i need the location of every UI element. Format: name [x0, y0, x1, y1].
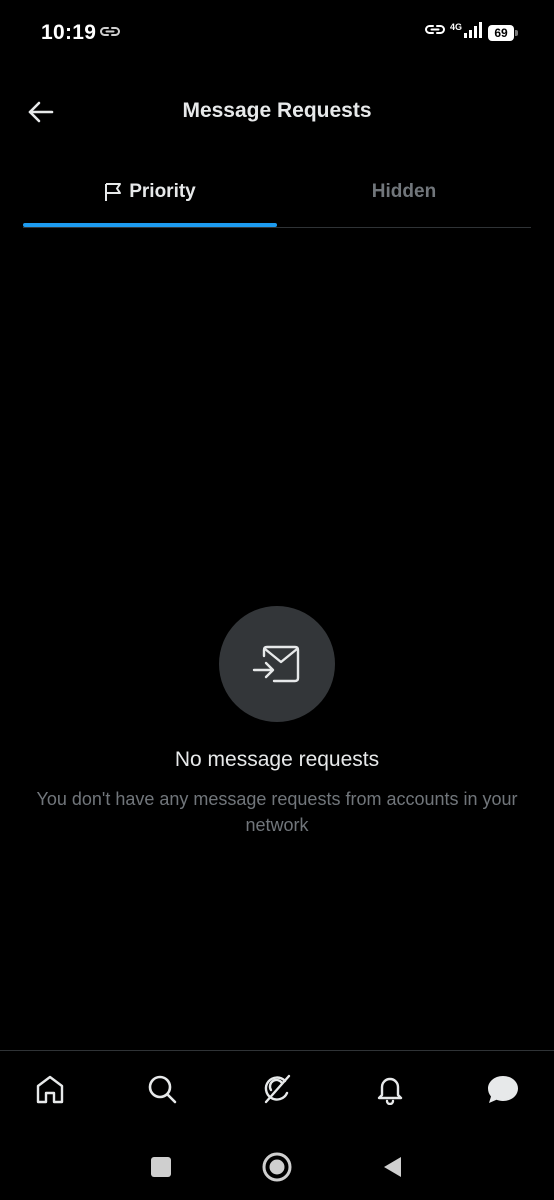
nav-home[interactable]	[30, 1069, 70, 1109]
tab-bar: Priority Hidden	[23, 162, 531, 228]
grok-icon	[264, 1074, 291, 1104]
message-request-icon	[252, 645, 300, 683]
nav-notifications[interactable]	[370, 1069, 410, 1109]
bottom-nav	[0, 1050, 554, 1131]
link-icon	[99, 25, 121, 44]
active-tab-indicator	[23, 223, 277, 227]
circle-icon	[262, 1152, 292, 1182]
tab-priority-label: Priority	[129, 181, 196, 202]
battery-indicator: 69	[488, 24, 518, 41]
tab-hidden[interactable]: Hidden	[277, 162, 531, 226]
recents-button[interactable]	[144, 1150, 178, 1184]
square-icon	[151, 1157, 171, 1177]
nav-search[interactable]	[142, 1069, 182, 1109]
triangle-back-icon	[384, 1157, 401, 1177]
empty-state: No message requests You don't have any m…	[0, 606, 554, 838]
bell-icon	[377, 1077, 403, 1105]
empty-state-subtitle: You don't have any message requests from…	[36, 789, 518, 835]
message-bubble-icon	[488, 1076, 518, 1103]
status-indicators: 4G 69	[424, 21, 518, 43]
nav-messages[interactable]	[483, 1069, 523, 1109]
empty-state-title: No message requests	[174, 748, 380, 771]
link-icon	[424, 23, 446, 42]
status-bar: 10:19 4G 69	[0, 0, 554, 68]
flag-icon	[104, 182, 122, 208]
tab-hidden-label: Hidden	[371, 181, 437, 202]
search-icon	[148, 1075, 177, 1104]
status-time: 10:19	[41, 21, 97, 44]
page-title: Message Requests	[182, 99, 372, 122]
nav-grok[interactable]	[257, 1069, 297, 1109]
header: Message Requests	[0, 80, 554, 144]
tab-priority[interactable]: Priority	[23, 162, 277, 227]
network-type: 4G	[449, 21, 462, 32]
system-nav	[0, 1130, 554, 1200]
system-back-button[interactable]	[375, 1150, 409, 1184]
system-home-button[interactable]	[260, 1150, 294, 1184]
signal-icon	[464, 22, 484, 43]
home-icon	[36, 1075, 64, 1104]
empty-state-icon-circle	[219, 606, 335, 722]
